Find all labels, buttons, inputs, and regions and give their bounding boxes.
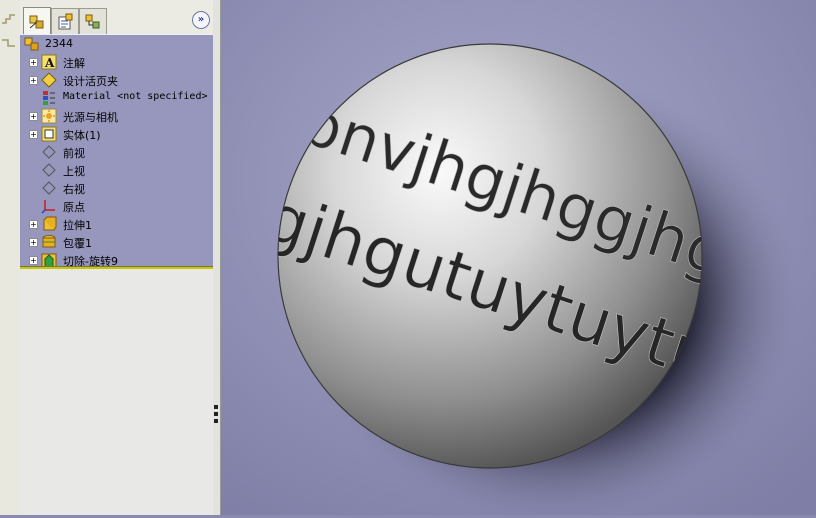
tree-root-item[interactable]: 2344 bbox=[20, 35, 213, 53]
origin-icon bbox=[41, 198, 57, 214]
tree-item-label: 光源与相机 bbox=[63, 111, 118, 124]
tree-item[interactable]: 前视 bbox=[20, 143, 213, 161]
part-icon bbox=[24, 36, 40, 52]
annotations-icon: A bbox=[41, 54, 57, 70]
panel-splitter[interactable] bbox=[213, 0, 221, 515]
graphics-viewport[interactable]: bnvjhgjhggjhgjhgjhgjh gjhgutuytuytutuytu bbox=[221, 0, 816, 518]
left-toolbar-strip bbox=[0, 0, 21, 515]
tree-item[interactable]: + 包覆1 bbox=[20, 233, 213, 251]
plane-icon bbox=[41, 144, 57, 160]
tree-item[interactable]: + 实体(1) bbox=[20, 125, 213, 143]
extrude-icon bbox=[41, 216, 57, 232]
tree-item-label: 原点 bbox=[63, 201, 85, 214]
tree-item[interactable]: + 拉伸1 bbox=[20, 215, 213, 233]
tree-item[interactable]: Material <not specified> bbox=[20, 89, 213, 107]
tree-item[interactable]: 右视 bbox=[20, 179, 213, 197]
tree-item-label: 右视 bbox=[63, 183, 85, 196]
expand-panel-button[interactable]: » bbox=[192, 11, 210, 29]
expand-toggle-icon[interactable]: + bbox=[29, 130, 38, 139]
tree-item-label: 注解 bbox=[63, 57, 85, 70]
tree-item-label: 设计活页夹 bbox=[63, 75, 118, 88]
featuremanager-panel: » 2344 + A 注解 + 设计活页夹 Material <not specified>… bbox=[20, 0, 214, 515]
tab-configurationmanager[interactable] bbox=[79, 8, 107, 34]
propertymanager-icon bbox=[58, 13, 73, 29]
solid-bodies-icon bbox=[41, 126, 57, 142]
tree-item-label: 拉伸1 bbox=[63, 219, 92, 232]
tab-propertymanager[interactable] bbox=[51, 8, 79, 34]
expand-toggle-icon[interactable]: + bbox=[29, 76, 38, 85]
tree-item[interactable]: + 光源与相机 bbox=[20, 107, 213, 125]
splitter-grip bbox=[214, 419, 218, 423]
splitter-grip bbox=[214, 405, 218, 409]
lights-cameras-icon bbox=[41, 108, 57, 124]
expand-toggle-icon[interactable]: + bbox=[29, 256, 38, 265]
plane-icon bbox=[41, 180, 57, 196]
design-binder-icon bbox=[41, 72, 57, 88]
tree-item[interactable]: 原点 bbox=[20, 197, 213, 215]
tree-item-label: 上视 bbox=[63, 165, 85, 178]
expand-toggle-icon[interactable]: + bbox=[29, 238, 38, 247]
material-icon bbox=[41, 90, 57, 106]
double-chevron-right-icon: » bbox=[197, 14, 205, 25]
expand-toggle-icon[interactable]: + bbox=[29, 58, 38, 67]
panel-tabs: » bbox=[20, 0, 213, 35]
tree-item-label: 实体(1) bbox=[63, 129, 101, 142]
plane-icon bbox=[41, 162, 57, 178]
toolbar-stub-icon-2[interactable] bbox=[2, 38, 16, 48]
tree-item-label: 2344 bbox=[45, 37, 73, 50]
toolbar-stub-icon[interactable] bbox=[2, 14, 16, 24]
tree-item[interactable]: 上视 bbox=[20, 161, 213, 179]
splitter-grip bbox=[214, 412, 218, 416]
featuremanager-tree-icon bbox=[29, 15, 44, 28]
tree-item-label: 前视 bbox=[63, 147, 85, 160]
wrap-icon bbox=[41, 234, 57, 250]
feature-tree-body: 2344 + A 注解 + 设计活页夹 Material <not specified> + 光… bbox=[20, 35, 213, 268]
tab-featuremanager[interactable] bbox=[23, 7, 51, 35]
expand-toggle-icon[interactable]: + bbox=[29, 220, 38, 229]
tree-item[interactable]: + A 注解 bbox=[20, 53, 213, 71]
expand-toggle-icon[interactable]: + bbox=[29, 112, 38, 121]
configurationmanager-icon bbox=[85, 14, 100, 28]
model-view[interactable]: bnvjhgjhggjhgjhgjhgjh gjhgutuytuytutuytu bbox=[221, 0, 816, 518]
svg-text:A: A bbox=[44, 56, 55, 70]
tree-item[interactable]: + 设计活页夹 bbox=[20, 71, 213, 89]
tree-item-label: 包覆1 bbox=[63, 237, 92, 250]
panel-lower-area bbox=[20, 269, 213, 515]
tree-item-label: Material <not specified> bbox=[63, 91, 208, 102]
